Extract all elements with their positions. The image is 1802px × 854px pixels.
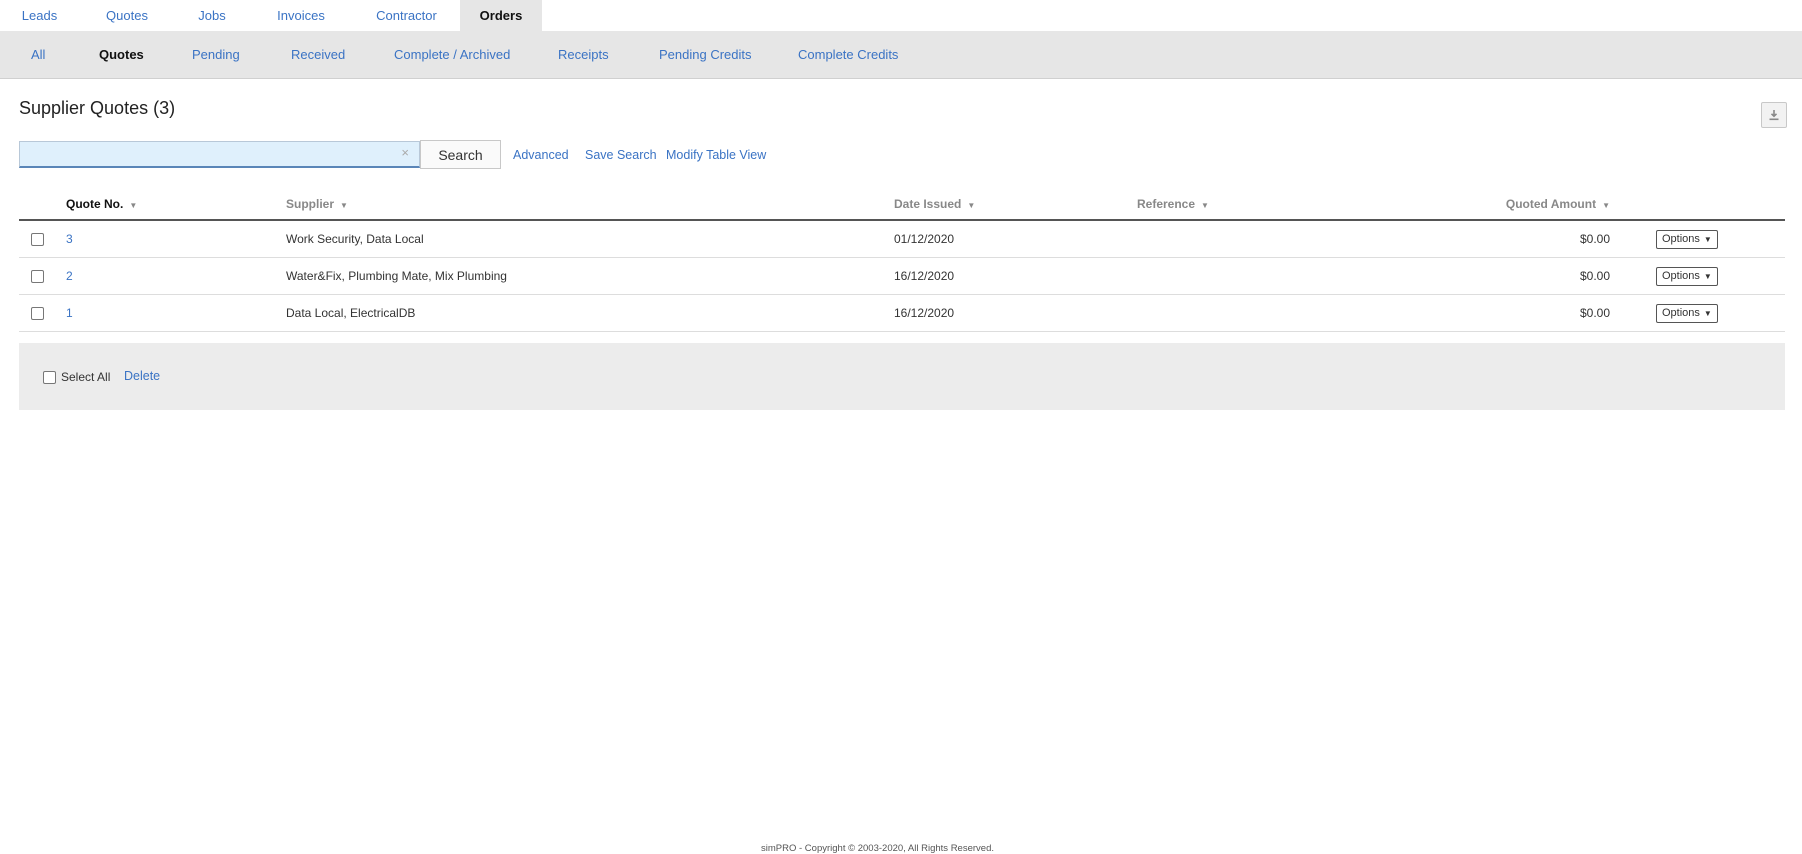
top-nav: Leads Quotes Jobs Invoices Contractor Or… (0, 0, 1802, 31)
advanced-search-link[interactable]: Advanced (513, 148, 569, 162)
col-header-date-issued-label: Date Issued (894, 197, 962, 211)
col-header-quote-no[interactable]: Quote No. ▼ (66, 189, 286, 221)
save-search-link[interactable]: Save Search (585, 148, 657, 162)
quoted-amount-cell: $0.00 (1349, 257, 1610, 295)
sub-tab-received[interactable]: Received (291, 47, 345, 62)
page-title: Supplier Quotes (3) (19, 98, 176, 118)
date-issued-cell: 16/12/2020 (894, 294, 1137, 332)
bulk-actions-bar: Select All Delete (19, 343, 1785, 410)
dropdown-caret-icon: ▼ (1703, 308, 1712, 318)
supplier-cell: Work Security, Data Local (286, 220, 894, 258)
select-all-label: Select All (61, 370, 111, 384)
search-button[interactable]: Search (420, 140, 501, 169)
options-label: Options (1662, 233, 1700, 245)
quote-number-link[interactable]: 2 (66, 269, 73, 283)
col-header-reference[interactable]: Reference ▼ (1137, 189, 1349, 221)
col-header-date-issued[interactable]: Date Issued ▼ (894, 189, 1137, 221)
copyright-text: simPRO - Copyright © 2003-2020, All Righ… (761, 843, 994, 854)
quote-number-link[interactable]: 3 (66, 232, 73, 246)
sub-tab-quotes[interactable]: Quotes (99, 47, 144, 62)
options-label: Options (1662, 307, 1700, 319)
table-header-row: Quote No. ▼ Supplier ▼ Date Issued ▼ Refere… (19, 189, 1785, 221)
row-checkbox[interactable] (31, 270, 44, 284)
select-all-control[interactable]: Select All (43, 370, 110, 384)
search-input[interactable] (20, 142, 392, 166)
col-header-reference-label: Reference (1137, 197, 1196, 211)
top-tab-contractor[interactable]: Contractor (353, 0, 460, 31)
dropdown-caret-icon: ▼ (1703, 234, 1712, 244)
supplier-cell: Data Local, ElectricalDB (286, 294, 894, 332)
sub-nav (0, 31, 1802, 79)
sort-caret-icon: ▼ (340, 201, 348, 210)
options-button[interactable]: Options ▼ (1656, 303, 1718, 323)
sub-tab-complete-archived[interactable]: Complete / Archived (394, 47, 510, 62)
sub-tab-complete-credits[interactable]: Complete Credits (798, 47, 898, 62)
date-issued-cell: 01/12/2020 (894, 220, 1137, 258)
sort-caret-icon: ▼ (967, 201, 976, 210)
sort-caret-icon: ▼ (1201, 201, 1209, 210)
date-issued-cell: 16/12/2020 (894, 257, 1137, 295)
delete-link[interactable]: Delete (124, 369, 160, 383)
reference-cell (1137, 294, 1349, 332)
options-button[interactable]: Options ▼ (1656, 229, 1718, 249)
select-column-header (19, 189, 66, 221)
row-checkbox[interactable] (31, 233, 44, 247)
sort-caret-icon: ▼ (129, 201, 138, 210)
top-tab-quotes[interactable]: Quotes (79, 0, 175, 31)
table-row: 1 Data Local, ElectricalDB 16/12/2020 $0… (19, 294, 1785, 332)
sub-tab-all[interactable]: All (31, 47, 45, 62)
sub-tab-receipts[interactable]: Receipts (558, 47, 609, 62)
download-icon (1769, 110, 1779, 121)
clear-search-icon[interactable]: × (401, 145, 409, 160)
col-header-supplier[interactable]: Supplier ▼ (286, 189, 894, 221)
export-button[interactable] (1761, 102, 1787, 128)
options-label: Options (1662, 270, 1700, 282)
supplier-cell: Water&Fix, Plumbing Mate, Mix Plumbing (286, 257, 894, 295)
top-tab-orders[interactable]: Orders (460, 0, 542, 31)
table-row: 3 Work Security, Data Local 01/12/2020 $… (19, 220, 1785, 258)
quote-number-link[interactable]: 1 (66, 306, 73, 320)
top-tab-leads[interactable]: Leads (0, 0, 79, 31)
sort-caret-icon: ▼ (1602, 201, 1610, 210)
quoted-amount-cell: $0.00 (1349, 294, 1610, 332)
col-header-supplier-label: Supplier (286, 197, 335, 211)
quoted-amount-cell: $0.00 (1349, 220, 1610, 258)
sub-tab-pending-credits[interactable]: Pending Credits (659, 47, 752, 62)
dropdown-caret-icon: ▼ (1703, 271, 1712, 281)
quotes-table: Quote No. ▼ Supplier ▼ Date Issued ▼ Refere… (19, 189, 1785, 332)
options-button[interactable]: Options ▼ (1656, 266, 1718, 286)
options-column-header (1610, 189, 1785, 221)
top-tab-jobs[interactable]: Jobs (175, 0, 249, 31)
col-header-quoted-amount-label: Quoted Amount (1505, 197, 1597, 211)
sub-tab-pending[interactable]: Pending (192, 47, 240, 62)
reference-cell (1137, 220, 1349, 258)
select-all-checkbox[interactable] (43, 370, 56, 384)
col-header-quote-no-label: Quote No. (66, 197, 124, 211)
reference-cell (1137, 257, 1349, 295)
col-header-quoted-amount[interactable]: Quoted Amount ▼ (1349, 189, 1610, 221)
row-checkbox[interactable] (31, 307, 44, 321)
search-box: × (19, 141, 420, 168)
modify-table-view-link[interactable]: Modify Table View (666, 148, 766, 162)
top-tab-invoices[interactable]: Invoices (249, 0, 353, 31)
table-row: 2 Water&Fix, Plumbing Mate, Mix Plumbing… (19, 257, 1785, 295)
